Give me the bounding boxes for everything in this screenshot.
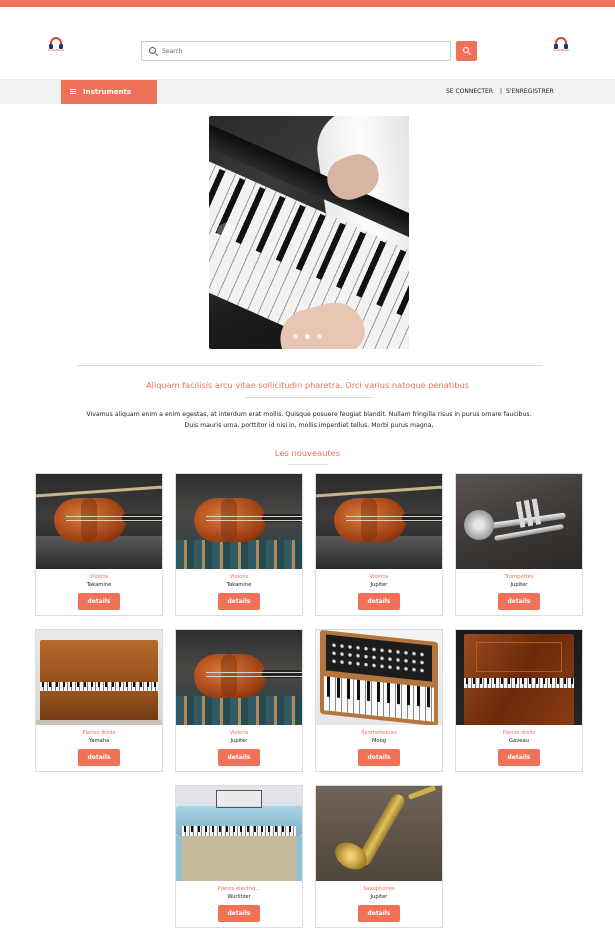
product-image[interactable] [456,474,582,569]
search-icon [149,47,156,54]
nav-bar: Instruments SE CONNECTER | S'ENREGISTRER [0,80,615,104]
divider [288,464,328,465]
product-brand: Takamine [226,582,252,588]
search-bar [141,41,451,61]
product-image[interactable] [456,630,582,725]
site-logo[interactable]: YoussMusic [41,37,71,57]
auth-separator: | [500,88,503,95]
product-card[interactable]: Pianos droits Gaveau details [455,629,583,772]
carousel-prev-button[interactable] [217,223,236,242]
product-category: Pianos droits [502,730,536,736]
product-image[interactable] [316,786,442,881]
headphones-icon [49,37,63,49]
product-brand: Takamine [86,582,112,588]
details-button[interactable]: details [498,749,540,766]
product-category: Violons [89,574,109,580]
product-category: Violons [369,574,389,580]
details-button[interactable]: details [218,749,260,766]
section-title: Les nouveautes [274,448,341,458]
carousel-dot[interactable] [305,334,310,339]
product-card[interactable]: Violons Takamine details [35,473,163,616]
site-header: YoussMusic YoussMusic [0,7,615,80]
product-category: Violons [229,730,249,736]
product-card[interactable]: Trompettes Jupiter details [455,473,583,616]
product-card[interactable]: Violons Jupiter details [315,473,443,616]
details-button[interactable]: details [358,749,400,766]
product-card[interactable]: Pianos droits Yamaha details [35,629,163,772]
product-brand: Jupiter [230,738,248,744]
product-brand: Moog [371,738,387,744]
product-image[interactable] [316,630,442,725]
top-accent-bar [0,0,615,7]
menu-icon [70,89,76,94]
product-card[interactable]: Violons Jupiter details [175,629,303,772]
details-button[interactable]: details [218,905,260,922]
product-card[interactable]: Synthetiseurs Moog details [315,629,443,772]
headphones-icon [554,37,568,49]
logo-text: YoussMusic [552,48,570,52]
divider [77,365,543,366]
product-category: Saxophones [363,886,395,892]
register-link[interactable]: S'ENREGISTRER [506,88,554,95]
details-button[interactable]: details [218,593,260,610]
categories-menu-button[interactable]: Instruments [61,80,157,104]
search-input[interactable] [162,44,442,58]
details-button[interactable]: details [358,593,400,610]
product-category: Violons [229,574,249,580]
product-brand: Jupiter [510,582,528,588]
search-icon [463,47,469,53]
categories-label: Instruments [83,88,132,96]
product-brand: Jupiter [370,894,388,900]
divider [245,397,374,398]
login-link[interactable]: SE CONNECTER [446,88,493,95]
product-image[interactable] [316,474,442,569]
logo-text: YoussMusic [47,48,65,52]
product-brand: Gaveau [509,738,529,744]
product-card[interactable]: Violons Takamine details [175,473,303,616]
search-button[interactable] [456,41,477,61]
product-image[interactable] [36,630,162,725]
product-brand: Wurlitzer [227,894,251,900]
product-category: Synthetiseurs [361,730,397,736]
product-category: Pianos electriq... [217,886,261,892]
details-button[interactable]: details [498,593,540,610]
details-button[interactable]: details [78,593,120,610]
carousel-dot[interactable] [317,334,322,339]
product-category: Pianos droits [82,730,116,736]
product-category: Trompettes [504,574,534,580]
product-card[interactable]: Pianos electriq... Wurlitzer details [175,785,303,928]
product-brand: Jupiter [370,582,388,588]
product-brand: Yamaha [88,738,110,744]
intro-tagline: Aliquam facilisis arcu vitae sollicitudi… [146,380,469,390]
product-card[interactable]: Saxophones Jupiter details [315,785,443,928]
intro-paragraph: Vivamus aliquam enim a enim egestas, at … [86,411,532,429]
site-logo-right[interactable]: YoussMusic [546,37,576,57]
product-image[interactable] [176,630,302,725]
hero-carousel[interactable] [209,116,409,349]
details-button[interactable]: details [78,749,120,766]
product-image[interactable] [36,474,162,569]
details-button[interactable]: details [358,905,400,922]
product-image[interactable] [176,474,302,569]
product-image[interactable] [176,786,302,881]
carousel-dot[interactable] [293,334,298,339]
